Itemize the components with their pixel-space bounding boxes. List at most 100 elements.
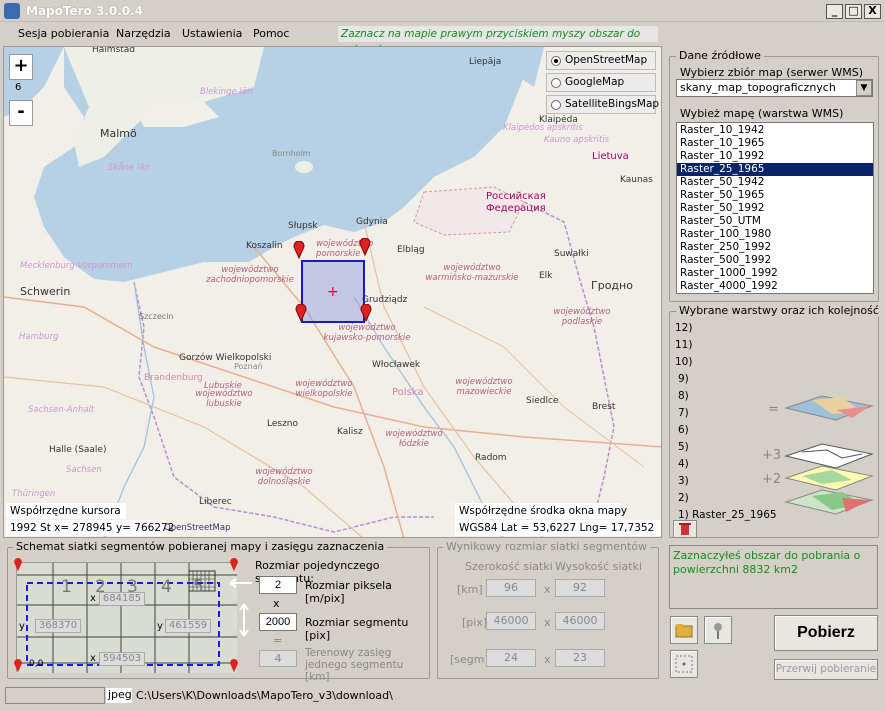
layer-stack-icon xyxy=(784,395,874,515)
chevron-down-icon[interactable]: ▼ xyxy=(856,80,872,96)
layer-slot[interactable]: 11) xyxy=(675,339,692,351)
minimize-button[interactable]: _ xyxy=(826,4,843,19)
city-label: Гродно xyxy=(591,279,633,292)
list-item[interactable]: Raster_50_1992 xyxy=(677,202,873,215)
open-folder-button[interactable] xyxy=(670,616,698,644)
list-item-selected[interactable]: Raster_25_1965 xyxy=(677,163,873,176)
marker-pin-icon[interactable] xyxy=(293,241,305,259)
city-label: Siedlce xyxy=(526,396,559,406)
list-item[interactable]: Raster_100_1980 xyxy=(677,228,873,241)
layer-slot[interactable]: 5) xyxy=(678,441,689,453)
layer-slot[interactable]: 10) xyxy=(675,356,692,368)
city-label: Liberec xyxy=(199,497,232,507)
x-top-value: 684185 xyxy=(99,592,145,606)
segment-size-input[interactable] xyxy=(259,613,297,631)
range-label: Terenowy zasięg jednego segmentu [km] xyxy=(305,647,404,683)
cursor-coords-label: Współrzędne kursora xyxy=(6,503,126,519)
list-item[interactable]: Raster_10_1992 xyxy=(677,150,873,163)
y-label: y xyxy=(157,621,163,632)
unit-km: [km] xyxy=(457,583,483,596)
menu-help[interactable]: Pomoc xyxy=(253,27,289,40)
wms-set-value: skany_map_topograficznych xyxy=(680,81,836,94)
layer-slot[interactable]: 2) xyxy=(678,492,689,504)
country-label: Polska xyxy=(392,387,424,398)
app-icon xyxy=(4,3,20,19)
width-label: Szerokość siatki xyxy=(465,560,553,573)
height-km: 92 xyxy=(555,579,605,597)
pin-icon xyxy=(714,623,722,639)
list-item[interactable]: Raster_10_1965 xyxy=(677,137,873,150)
y-right-value: 461559 xyxy=(165,619,211,633)
layer-slot[interactable]: 6) xyxy=(678,424,689,436)
locate-button[interactable] xyxy=(704,616,732,644)
progress-bar xyxy=(5,687,105,704)
city-label: Malmö xyxy=(100,127,137,140)
source-legend: Dane źródłowe xyxy=(676,49,764,62)
radio-label: GoogleMap xyxy=(565,76,625,88)
list-item[interactable]: Raster_4000_1992 xyxy=(677,280,873,293)
marker-pin-icon[interactable] xyxy=(360,304,372,322)
region-warminsko-mazurskie: województwo warmińsko-mazurskie xyxy=(425,263,519,283)
layer-slot[interactable]: 9) xyxy=(678,373,689,385)
layer-slot[interactable]: 8) xyxy=(678,390,689,402)
pixel-size-input[interactable] xyxy=(259,576,297,594)
grid-select-button[interactable] xyxy=(670,650,698,678)
osm-credit: OpenStreetMap xyxy=(164,523,231,533)
region-label: Skåne län xyxy=(108,163,150,173)
list-item[interactable]: Raster_50_1965 xyxy=(677,189,873,202)
region-label: Sachsen-Anhalt xyxy=(28,405,95,415)
height-segm: 23 xyxy=(555,649,605,667)
source-googlemap-radio[interactable]: GoogleMap xyxy=(546,73,656,92)
wms-set-select[interactable]: skany_map_topograficznych ▼ xyxy=(676,79,873,97)
region-dolnoslaskie: województwo dolnośląskie xyxy=(255,467,313,487)
grid-panel: Schemat siatki segmentów pobieranej mapy… xyxy=(7,540,430,683)
delete-layer-button[interactable] xyxy=(673,520,697,538)
layer-slot[interactable]: 3) xyxy=(678,475,689,487)
source-openstreetmap-radio[interactable]: OpenStreetMap xyxy=(546,51,656,70)
selection-rectangle[interactable]: + xyxy=(301,260,365,323)
wms-layer-list[interactable]: Raster_10_1942 Raster_10_1965 Raster_10_… xyxy=(676,122,874,294)
y-left-value: 368370 xyxy=(35,619,81,633)
marker-pin-icon[interactable] xyxy=(359,238,371,256)
abort-button[interactable]: Przerwij pobieranie xyxy=(774,659,878,680)
result-legend: Wynikowy rozmiar siatki segmentów xyxy=(443,540,650,553)
close-button[interactable]: X xyxy=(864,4,881,19)
selection-icon xyxy=(675,655,693,673)
list-item[interactable]: Raster_250_1992 xyxy=(677,241,873,254)
country-label: Российская Федерация xyxy=(486,191,546,214)
marker-pin-icon[interactable] xyxy=(295,304,307,322)
window-title: MapoTero 3.0.0.4 xyxy=(26,4,144,18)
menu-settings[interactable]: Ustawienia xyxy=(182,27,242,40)
result-panel: Wynikowy rozmiar siatki segmentów Szerok… xyxy=(437,540,659,679)
zoom-in-button[interactable]: + xyxy=(9,54,33,80)
region-label: Klaipėdos apskritis xyxy=(503,123,583,133)
map-view[interactable]: Halmstad Malmö Liepāja Klaipėda Kaunas L… xyxy=(3,46,662,538)
width-segm: 24 xyxy=(486,649,536,667)
region-label: Brandenburg xyxy=(144,373,203,383)
list-item[interactable]: Raster_500_1992 xyxy=(677,254,873,267)
list-item[interactable]: Raster_50_UTM xyxy=(677,215,873,228)
maximize-button[interactable]: □ xyxy=(845,4,862,19)
city-label: Szczecin xyxy=(139,312,174,321)
pixel-size-label: Rozmiar piksela [m/pix] xyxy=(305,579,392,605)
layers-panel: Wybrane warstwy oraz ich kolejność 12) 1… xyxy=(669,304,882,538)
zoom-out-button[interactable]: - xyxy=(9,100,33,126)
city-label: Elbląg xyxy=(397,245,425,255)
layer-slot[interactable]: 7) xyxy=(678,407,689,419)
city-label: Poznań xyxy=(234,362,263,371)
layer-slot[interactable]: 4) xyxy=(678,458,689,470)
list-item[interactable]: Raster_1000_1992 xyxy=(677,267,873,280)
download-button[interactable]: Pobierz xyxy=(774,615,878,651)
source-bing-radio[interactable]: SatelliteBingsMap xyxy=(546,95,659,114)
country-label: Lietuva xyxy=(592,151,629,162)
source-panel: Dane źródłowe Wybierz zbiór map (serwer … xyxy=(669,49,879,302)
list-item[interactable]: Raster_10_1942 xyxy=(677,124,873,137)
marker-pin-icon xyxy=(14,659,22,673)
layer-slot[interactable]: 12) xyxy=(675,322,692,334)
list-item[interactable]: Raster_50_1942 xyxy=(677,176,873,189)
city-label: Halmstad xyxy=(92,46,135,55)
region-lubuskie: województwo lubuskie xyxy=(195,389,253,409)
arrow-left-icon xyxy=(229,578,252,588)
menu-session[interactable]: Sesja pobierania xyxy=(18,27,109,40)
menu-tools[interactable]: Narzędzia xyxy=(116,27,171,40)
